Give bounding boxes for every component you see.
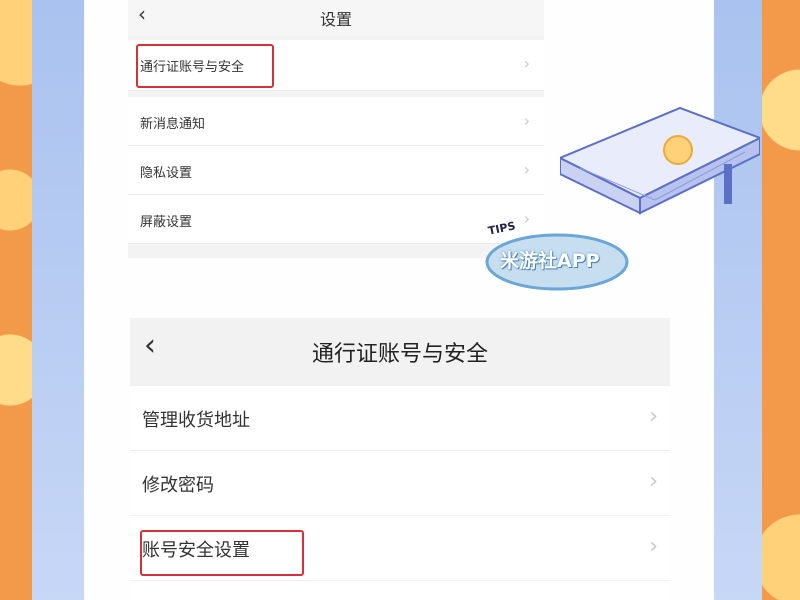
menu-item-address[interactable]: 管理收货地址 › [130, 386, 670, 451]
settings-item-label: 屏蔽设置 [140, 215, 193, 230]
chevron-right-icon: › [523, 160, 530, 179]
chevron-right-icon: › [649, 404, 658, 429]
chevron-right-icon: › [649, 469, 658, 494]
highlight-box-account-security [136, 44, 274, 88]
settings-item-label: 新消息通知 [140, 117, 206, 132]
settings-screen: ‹ 设置 通行证账号与安全 › 新消息通知 › 隐私设置 › 屏蔽设置 › [128, 0, 544, 258]
menu-item-change-password[interactable]: 修改密码 › [130, 451, 670, 516]
chevron-right-icon: › [523, 111, 530, 130]
account-security-title: 通行证账号与安全 [311, 342, 488, 367]
highlight-box-security-settings [140, 530, 304, 576]
settings-header: ‹ 设置 [128, 0, 544, 36]
settings-item-notifications[interactable]: 新消息通知 › [128, 97, 544, 146]
tips-text: 米游社APP [500, 250, 600, 272]
menu-item-label: 管理收货地址 [142, 410, 250, 431]
account-security-header: ‹ 通行证账号与安全 [130, 318, 670, 386]
settings-item-label: 隐私设置 [140, 166, 193, 181]
chevron-right-icon: › [649, 534, 658, 559]
chevron-right-icon: › [523, 54, 530, 73]
coin-icon [663, 135, 693, 165]
settings-item-privacy[interactable]: 隐私设置 › [128, 146, 544, 195]
book-illustration [560, 106, 760, 215]
menu-item-label: 修改密码 [142, 475, 214, 496]
settings-title: 设置 [319, 10, 352, 29]
